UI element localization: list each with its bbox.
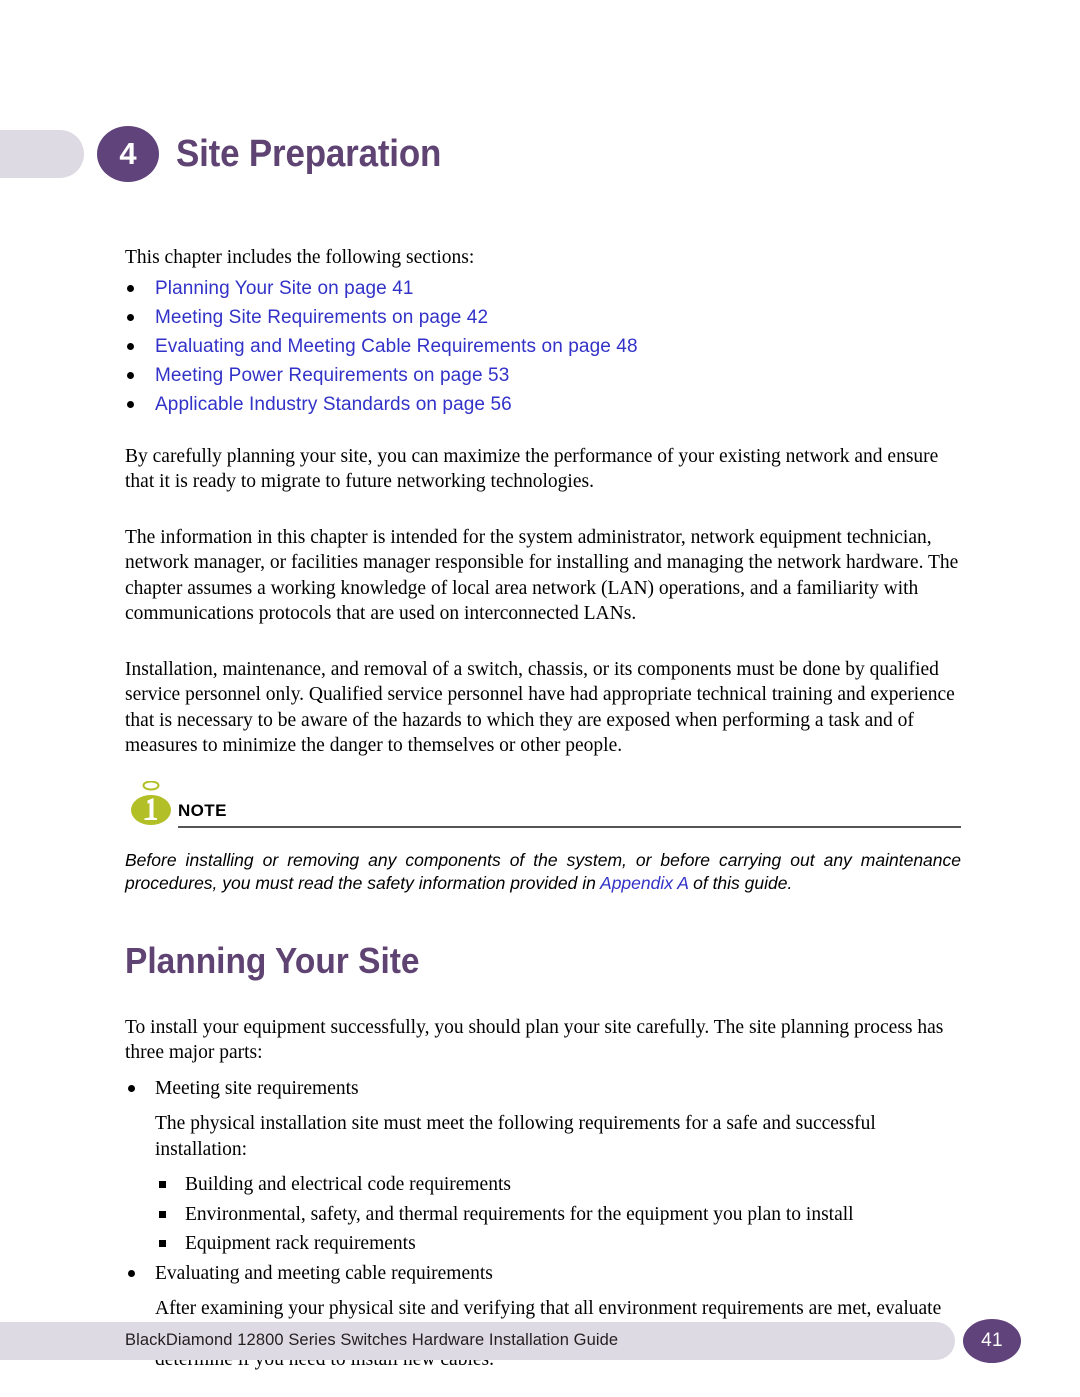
- info-note-icon: [131, 780, 171, 825]
- chapter-header: 4 Site Preparation: [0, 126, 1080, 184]
- toc-link-item[interactable]: Meeting Site Requirements on page 42: [125, 306, 961, 329]
- list-item: Meeting site requirements: [125, 1076, 961, 1102]
- bullet-square-icon: [159, 1240, 166, 1247]
- note-text-before-link: Before installing or removing any compon…: [125, 849, 961, 893]
- bullet-dot-icon: [128, 1084, 135, 1092]
- bullet-dot-icon: [127, 313, 134, 321]
- list-item-label: Equipment rack requirements: [185, 1233, 416, 1254]
- section-heading-planning-your-site: Planning Your Site: [125, 939, 420, 981]
- bullet-square-icon: [159, 1210, 166, 1218]
- intro-paragraph-2: The information in this chapter is inten…: [125, 526, 959, 625]
- toc-link-label: Meeting Power Requirements on page 53: [155, 364, 510, 386]
- section-intro-paragraph: To install your equipment successfully, …: [125, 1016, 944, 1064]
- page-footer: BlackDiamond 12800 Series Switches Hardw…: [0, 1319, 1080, 1364]
- chapter-header-band: [0, 130, 84, 178]
- page-title: Site Preparation: [176, 133, 442, 175]
- list-item-label: Environmental, safety, and thermal requi…: [185, 1203, 854, 1225]
- note-callout: NOTE Before installing or removing any c…: [125, 780, 961, 895]
- note-appendix-link[interactable]: Appendix A: [600, 873, 688, 893]
- bullet-dot-icon: [127, 371, 134, 379]
- bullet-dot-icon: [127, 342, 134, 350]
- list-item-label: Building and electrical code requirement…: [185, 1174, 511, 1195]
- intro-paragraph-3: Installation, maintenance, and removal o…: [125, 658, 955, 757]
- page-number-badge: 41: [963, 1319, 1021, 1363]
- note-label: NOTE: [178, 800, 227, 820]
- list-item: Evaluating and meeting cable requirement…: [125, 1261, 961, 1287]
- list-item: Environmental, safety, and thermal requi…: [155, 1202, 961, 1228]
- list-item-label: Meeting site requirements: [155, 1077, 359, 1099]
- site-requirements-sublist: Building and electrical code requirement…: [125, 1172, 961, 1257]
- intro-lead: This chapter includes the following sect…: [125, 247, 475, 268]
- note-body: Before installing or removing any compon…: [125, 849, 961, 895]
- bullet-dot-icon: [127, 400, 134, 408]
- list-item: Building and electrical code requirement…: [155, 1172, 961, 1198]
- toc-link-item[interactable]: Evaluating and Meeting Cable Requirement…: [125, 335, 961, 358]
- document-body: This chapter includes the following sect…: [125, 245, 961, 1373]
- note-header: NOTE: [125, 780, 961, 831]
- note-divider: [178, 825, 961, 828]
- bullet-dot-icon: [128, 1269, 135, 1277]
- toc-link-label: Evaluating and Meeting Cable Requirement…: [155, 335, 638, 357]
- intro-paragraph-1: By carefully planning your site, you can…: [125, 445, 939, 493]
- chapter-number-badge: 4: [97, 126, 159, 182]
- toc-link-item[interactable]: Planning Your Site on page 41: [125, 277, 961, 300]
- toc-link-item[interactable]: Meeting Power Requirements on page 53: [125, 364, 961, 387]
- chapter-section-link-list: Planning Your Site on page 41 Meeting Si…: [125, 277, 961, 416]
- planning-parts-list: Meeting site requirements: [125, 1076, 961, 1102]
- list-item-label: Evaluating and meeting cable requirement…: [155, 1262, 493, 1284]
- toc-link-label: Applicable Industry Standards on page 56: [155, 393, 512, 415]
- note-text-after-link: of this guide.: [688, 872, 793, 893]
- bullet-square-icon: [159, 1181, 166, 1188]
- bullet-1-detail: The physical installation site must meet…: [155, 1113, 876, 1160]
- toc-link-label: Planning Your Site on page 41: [155, 277, 414, 299]
- list-item: Equipment rack requirements: [155, 1231, 961, 1257]
- footer-guide-title: BlackDiamond 12800 Series Switches Hardw…: [125, 1331, 619, 1349]
- toc-link-label: Meeting Site Requirements on page 42: [155, 306, 489, 328]
- planning-parts-list-2: Evaluating and meeting cable requirement…: [125, 1261, 961, 1287]
- toc-link-item[interactable]: Applicable Industry Standards on page 56: [125, 393, 961, 416]
- bullet-dot-icon: [127, 284, 134, 292]
